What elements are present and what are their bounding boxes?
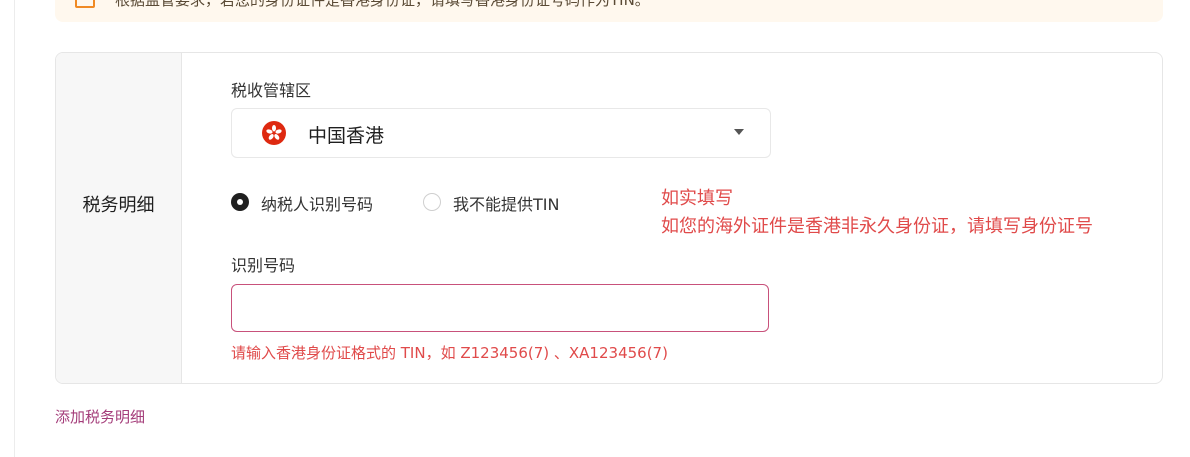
radio-label: 我不能提供TIN: [453, 195, 560, 214]
radio-cannot-provide-tin[interactable]: 我不能提供TIN: [423, 191, 583, 215]
radio-unchecked-icon[interactable]: [423, 193, 441, 211]
warning-banner: 根据监管要求，若您的身份证件是香港身份证，请填写香港身份证号码作为TIN。: [55, 0, 1163, 22]
warning-text: 根据监管要求，若您的身份证件是香港身份证，请填写香港身份证号码作为TIN。: [115, 0, 650, 9]
annotation-line-2: 如您的海外证件是香港非永久身份证，请填写身份证号: [661, 216, 1093, 237]
page: 根据监管要求，若您的身份证件是香港身份证，请填写香港身份证号码作为TIN。 税务…: [0, 0, 1190, 457]
section-label: 税务明细: [82, 195, 155, 216]
radio-taxpayer-id[interactable]: 纳税人识别号码: [231, 191, 391, 215]
jurisdiction-value: 中国香港: [308, 125, 385, 147]
red-annotation: 如实填写 如您的海外证件是香港非永久身份证，请填写身份证号: [661, 185, 1093, 241]
card-label-column: 税务明细: [56, 53, 182, 383]
annotation-line-1: 如实填写: [661, 188, 733, 209]
left-divider: [14, 0, 15, 457]
jurisdiction-select[interactable]: 中国香港: [231, 108, 771, 158]
hong-kong-flag-icon: [262, 121, 286, 145]
validation-error-text: 请输入香港身份证格式的 TIN，如 Z123456(7) 、XA123456(7…: [231, 344, 668, 362]
caret-down-icon[interactable]: [734, 129, 744, 135]
warning-icon: [75, 0, 95, 8]
id-number-label: 识别号码: [231, 256, 296, 275]
radio-checked-icon[interactable]: [231, 193, 249, 211]
id-number-input[interactable]: [231, 284, 769, 332]
jurisdiction-label: 税收管辖区: [231, 81, 312, 100]
radio-label: 纳税人识别号码: [261, 195, 374, 214]
add-tax-detail-link[interactable]: 添加税务明细: [55, 406, 145, 427]
tax-detail-card: 税务明细 税收管辖区 中国香港 纳税人识别号码 我不能提供TIN 如实填写 如您…: [55, 52, 1163, 384]
